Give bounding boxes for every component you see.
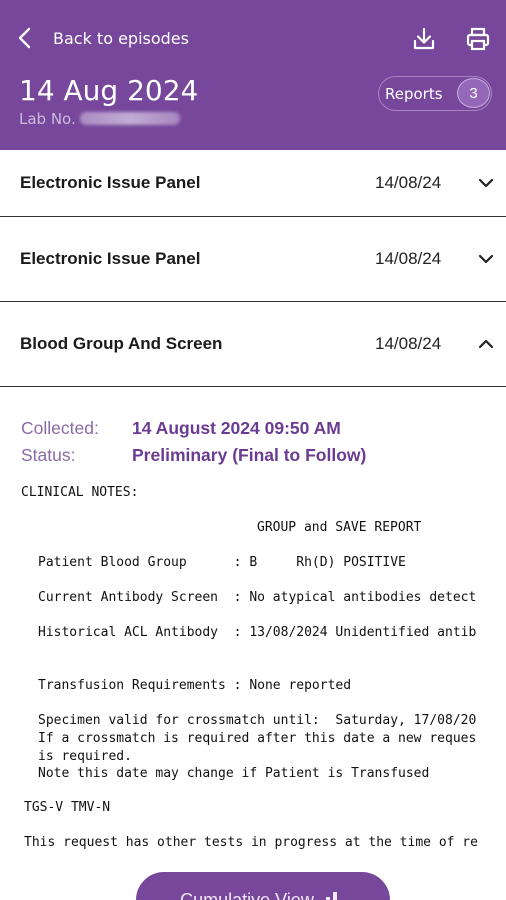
lab-number: Lab No. xyxy=(19,110,180,128)
antibody-screen-line: Current Antibody Screen : No atypical an… xyxy=(38,590,477,605)
specimen-line-1: Specimen valid for crossmatch until: Sat… xyxy=(38,713,477,728)
panel-title: Electronic Issue Panel xyxy=(20,249,201,268)
panel-date: 14/08/24 xyxy=(375,334,442,353)
blood-group-line: Patient Blood Group : B Rh(D) POSITIVE xyxy=(38,555,406,570)
panel-row-electronic-issue-2[interactable]: Electronic Issue Panel 14/08/24 xyxy=(0,217,506,302)
status-label: Status: xyxy=(21,445,76,465)
panel-title: Electronic Issue Panel xyxy=(20,173,201,192)
lab-no-redacted xyxy=(79,112,180,125)
chevron-down-icon[interactable] xyxy=(477,174,495,192)
specimen-line-4: Note this date may change if Patient is … xyxy=(38,766,430,781)
tgs-line: TGS-V TMV-N xyxy=(24,800,111,815)
status-value: Preliminary (Final to Follow) xyxy=(132,445,367,465)
reports-label: Reports xyxy=(385,84,443,103)
cumulative-view-button[interactable]: Cumulative View xyxy=(136,872,390,900)
chevron-left-icon xyxy=(18,27,31,49)
download-icon[interactable] xyxy=(411,26,437,52)
report-title: GROUP and SAVE REPORT xyxy=(257,520,422,535)
panel-title: Blood Group And Screen xyxy=(20,334,223,353)
historical-antibody-line: Historical ACL Antibody : 13/08/2024 Uni… xyxy=(38,625,477,640)
print-icon[interactable] xyxy=(465,26,491,52)
reports-count-badge: 3 xyxy=(457,78,490,108)
panel-row-electronic-issue-1[interactable]: Electronic Issue Panel 14/08/24 xyxy=(0,150,506,217)
transfusion-line: Transfusion Requirements : None reported xyxy=(38,678,352,693)
panel-row-blood-group[interactable]: Blood Group And Screen 14/08/24 xyxy=(0,302,506,387)
collected-row: Collected: 14 August 2024 09:50 AM xyxy=(21,418,341,439)
clinical-notes-label: CLINICAL NOTES: xyxy=(21,485,139,500)
reports-button[interactable]: Reports 3 xyxy=(378,76,492,111)
collected-value: 14 August 2024 09:50 AM xyxy=(132,418,341,438)
specimen-line-2: If a crossmatch is required after this d… xyxy=(38,731,477,746)
lab-no-label: Lab No. xyxy=(19,110,76,128)
episode-date-title: 14 Aug 2024 xyxy=(19,74,199,107)
request-line: This request has other tests in progress… xyxy=(24,835,478,850)
back-to-episodes-button[interactable]: Back to episodes xyxy=(16,26,189,50)
chevron-down-icon[interactable] xyxy=(477,250,495,268)
bar-chart-icon xyxy=(325,892,337,900)
app-header: Back to episodes 14 Aug 2024 Lab No. Rep… xyxy=(0,0,506,150)
panel-date: 14/08/24 xyxy=(375,173,442,192)
panel-date: 14/08/24 xyxy=(375,249,442,268)
chevron-up-icon[interactable] xyxy=(477,335,495,353)
cumulative-view-label: Cumulative View xyxy=(180,889,314,900)
collected-label: Collected: xyxy=(21,418,99,438)
specimen-line-3: is required. xyxy=(38,749,132,764)
back-label: Back to episodes xyxy=(53,28,189,48)
status-row: Status: Preliminary (Final to Follow) xyxy=(21,445,366,466)
